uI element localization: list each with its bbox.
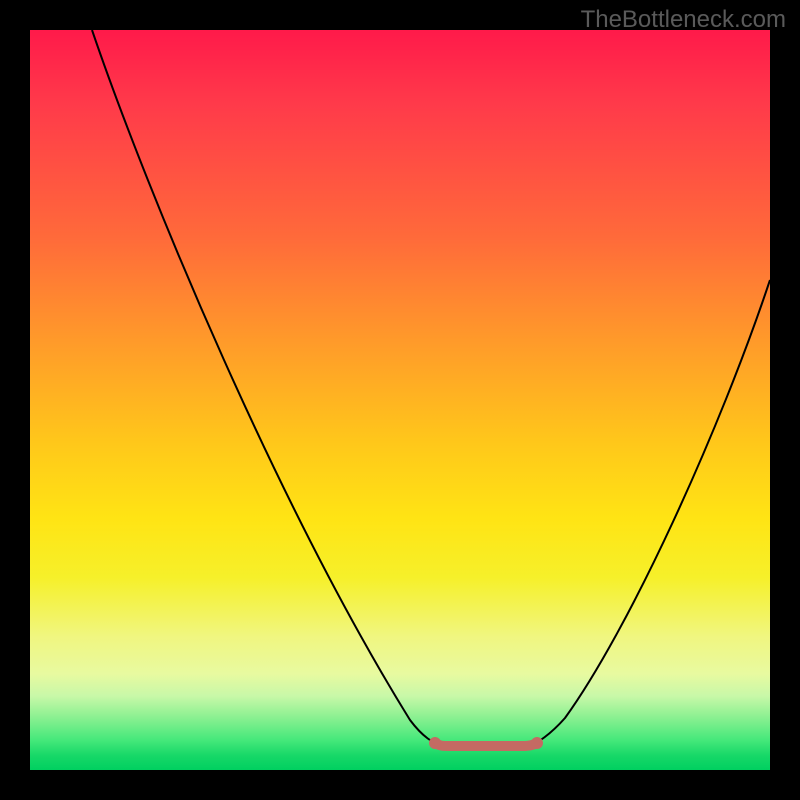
curve-svg bbox=[30, 30, 770, 770]
main-curve-path bbox=[92, 30, 770, 746]
watermark-text: TheBottleneck.com bbox=[581, 6, 786, 34]
right-dot-marker bbox=[531, 737, 543, 749]
bottom-band-path bbox=[435, 743, 537, 746]
left-dot-marker bbox=[429, 737, 441, 749]
chart-frame: TheBottleneck.com bbox=[0, 0, 800, 800]
plot-area bbox=[30, 30, 770, 770]
